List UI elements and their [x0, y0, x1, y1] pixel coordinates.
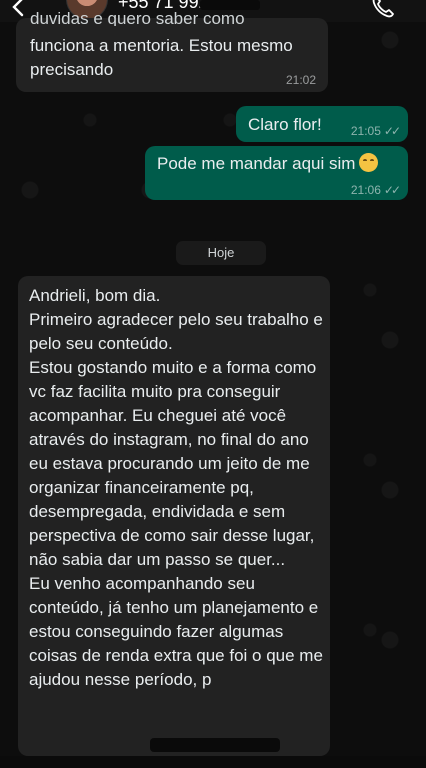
message-bubble-incoming[interactable]: Andrieli, bom dia. Primeiro agradecer pe… — [18, 276, 330, 756]
double-check-icon: ✓✓ — [383, 183, 401, 197]
redaction-mark — [200, 0, 260, 10]
message-text: funciona a mentoria. Estou mesmo precisa… — [30, 36, 293, 79]
chevron-left-icon[interactable] — [8, 0, 30, 18]
message-time: 21:06 — [350, 183, 381, 197]
smiling-face-icon — [359, 153, 379, 172]
message-time: 21:05 — [350, 124, 381, 138]
message-meta: 21:06 ✓✓ — [350, 178, 401, 202]
message-bubble-outgoing[interactable]: Pode me mandar aqui sim 21:06 ✓✓ — [145, 146, 408, 200]
redaction-mark — [150, 738, 280, 752]
message-text: Pode me mandar aqui sim — [157, 154, 356, 173]
phone-icon[interactable] — [370, 0, 396, 20]
message-meta: 21:05 ✓✓ — [350, 119, 401, 143]
double-check-icon: ✓✓ — [383, 124, 401, 138]
message-text-cut: duvidas e quero saber como — [30, 12, 245, 26]
message-time: 21:02 — [285, 73, 316, 87]
message-text: Claro flor! — [248, 115, 322, 134]
message-bubble-outgoing[interactable]: Claro flor! 21:05 ✓✓ — [236, 106, 408, 142]
message-text: Andrieli, bom dia. Primeiro agradecer pe… — [29, 286, 323, 689]
message-text-line: Pode me mandar aqui sim — [157, 152, 379, 176]
date-separator: Hoje — [176, 241, 266, 265]
bottom-edge — [0, 756, 426, 768]
message-bubble-incoming[interactable]: duvidas e quero saber como funciona a me… — [16, 12, 328, 92]
